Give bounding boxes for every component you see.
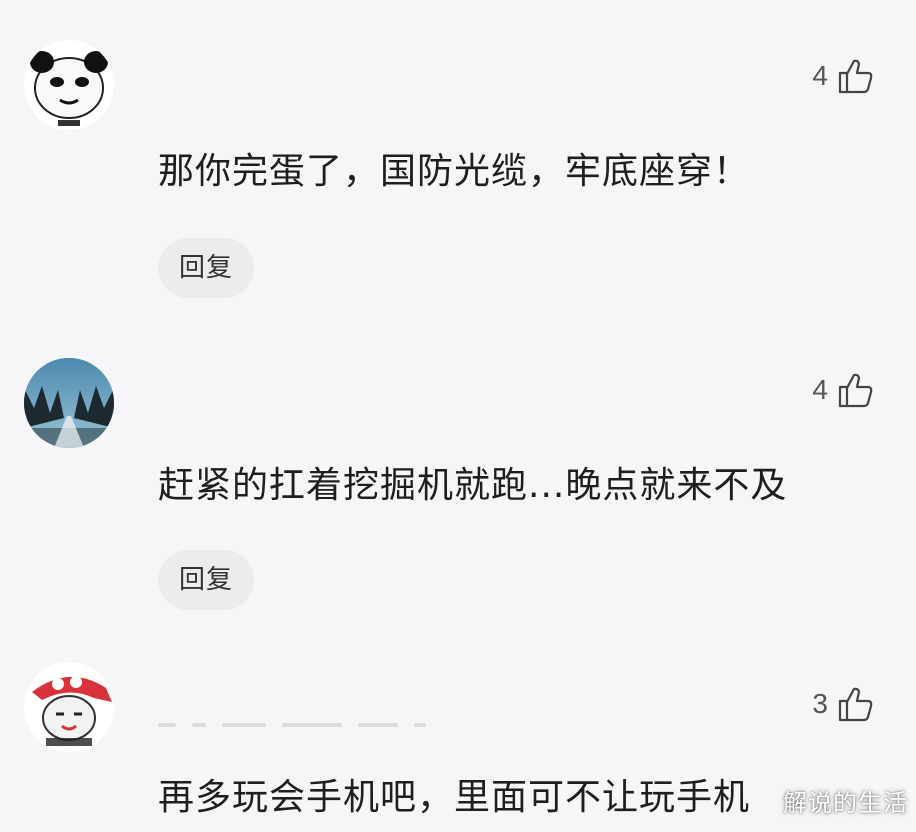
comment-item: 4 那你完蛋了，国防光缆，牢底座穿！ 回复 bbox=[0, 0, 916, 330]
thumbs-up-icon bbox=[838, 373, 873, 408]
like-button[interactable]: 4 bbox=[812, 370, 876, 410]
comment-item: 4 赶紧的扛着挖掘机就跑...晚点就来不及 回复 bbox=[0, 330, 916, 640]
like-button[interactable]: 3 bbox=[812, 684, 876, 724]
comment-text: 赶紧的扛着挖掘机就跑...晚点就来不及 bbox=[158, 465, 788, 506]
avatar[interactable] bbox=[24, 40, 114, 130]
watermark: 解说的生活 bbox=[783, 789, 908, 817]
red-bandana-meme-avatar-icon bbox=[24, 662, 114, 752]
like-count: 4 bbox=[812, 60, 828, 91]
snowy-road-avatar-icon bbox=[24, 358, 114, 448]
blurred-username bbox=[158, 720, 478, 730]
panda-meme-avatar-icon bbox=[24, 40, 114, 130]
comment-item: 3 再多玩会手机吧，里面可不让玩手机 bbox=[0, 640, 916, 832]
comment-text: 那你完蛋了，国防光缆，牢底座穿！ bbox=[158, 151, 751, 192]
thumbs-up-icon bbox=[838, 687, 873, 722]
like-button[interactable]: 4 bbox=[812, 56, 876, 96]
avatar[interactable] bbox=[24, 358, 114, 448]
like-count: 4 bbox=[812, 374, 828, 405]
comment-text: 再多玩会手机吧，里面可不让玩手机 bbox=[158, 777, 751, 818]
reply-button[interactable]: 回复 bbox=[158, 238, 254, 298]
reply-button[interactable]: 回复 bbox=[158, 550, 254, 610]
like-count: 3 bbox=[812, 688, 828, 719]
avatar[interactable] bbox=[24, 662, 114, 752]
thumbs-up-icon bbox=[838, 59, 873, 94]
